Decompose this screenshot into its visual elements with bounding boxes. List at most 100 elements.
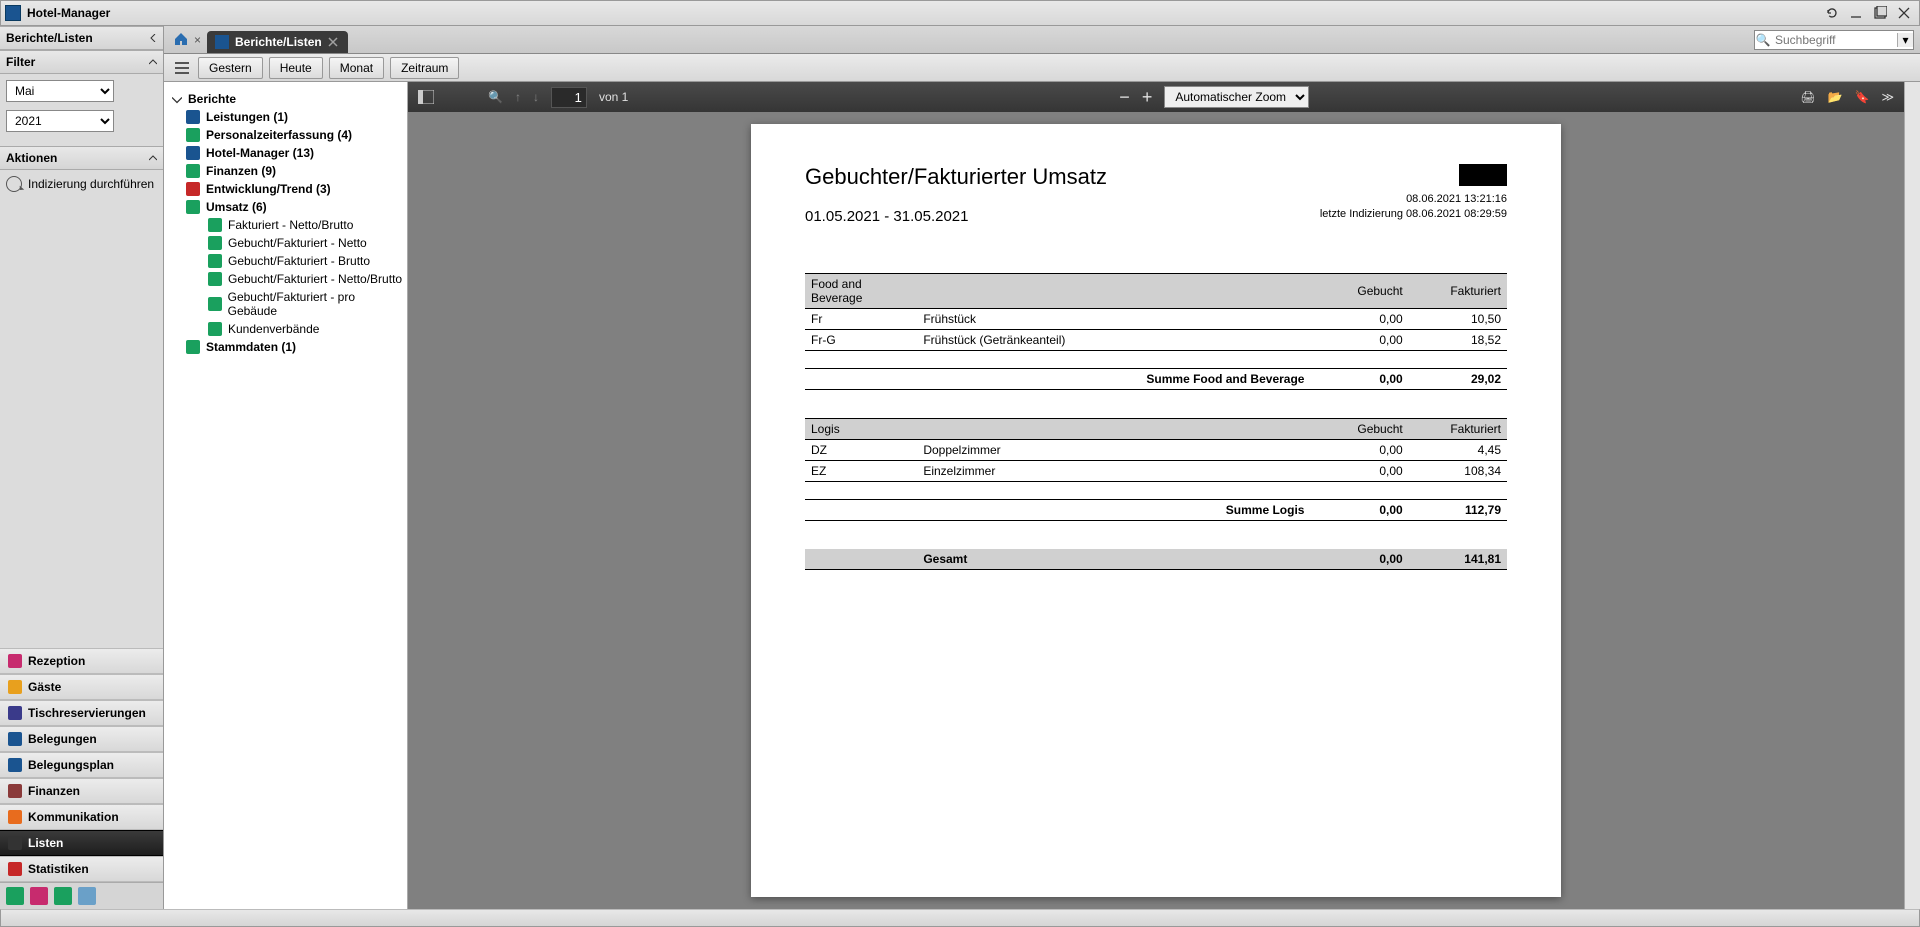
tree-leaf[interactable]: Gebucht/Fakturiert - Netto/Brutto — [186, 270, 403, 288]
prev-page-icon[interactable]: ↑ — [515, 90, 521, 104]
chevron-up-icon[interactable] — [149, 55, 157, 69]
tree-item[interactable]: Finanzen (9) — [186, 162, 403, 180]
sidebar-item-finanzen[interactable]: Finanzen — [0, 778, 163, 804]
nav-icon — [8, 862, 22, 876]
sidebar-item-kommunikation[interactable]: Kommunikation — [0, 804, 163, 830]
search-icon: 🔍 — [1755, 33, 1771, 47]
tree-root-node[interactable]: Berichte — [172, 90, 403, 108]
tree-item[interactable]: Leistungen (1) — [186, 108, 403, 126]
mini-icon-row — [0, 882, 163, 909]
tree-icon — [186, 146, 200, 160]
sidebar-section-header[interactable]: Berichte/Listen — [0, 26, 163, 50]
actions-header[interactable]: Aktionen — [0, 146, 163, 170]
search-input[interactable] — [1771, 31, 1897, 49]
tree-leaf[interactable]: Kundenverbände — [186, 320, 403, 338]
scrollbar-track[interactable] — [1904, 82, 1920, 909]
maximize-icon[interactable] — [1869, 4, 1891, 22]
filter-header[interactable]: Filter — [0, 50, 163, 74]
nav-label: Belegungsplan — [28, 758, 114, 772]
sidebar-item-listen[interactable]: Listen — [0, 830, 163, 856]
tree-leaf-label: Gebucht/Fakturiert - Brutto — [228, 254, 370, 268]
sum-row: Summe Food and Beverage0,0029,02 — [805, 369, 1507, 390]
zoom-select[interactable]: Automatischer Zoom — [1164, 86, 1309, 108]
nav-label: Kommunikation — [28, 810, 119, 824]
minimize-icon[interactable] — [1845, 4, 1867, 22]
tree-label: Hotel-Manager (13) — [206, 146, 314, 160]
nav-icon — [8, 654, 22, 668]
sidebar-item-statistiken[interactable]: Statistiken — [0, 856, 163, 882]
home-tab[interactable] — [170, 28, 192, 50]
sidebar-toggle-icon[interactable] — [418, 90, 434, 104]
tree-leaf[interactable]: Gebucht/Fakturiert - Brutto — [186, 252, 403, 270]
tree-leaf-label: Gebucht/Fakturiert - Netto/Brutto — [228, 272, 402, 286]
table-row: Fr-GFrühstück (Getränkeanteil)0,0018,52 — [805, 330, 1507, 351]
tab-icon — [215, 35, 229, 49]
mini-icon-4[interactable] — [78, 887, 96, 905]
search-doc-icon[interactable]: 🔍 — [488, 90, 503, 104]
mini-icon-3[interactable] — [54, 887, 72, 905]
btn-monat[interactable]: Monat — [329, 57, 384, 79]
nav-icon — [8, 680, 22, 694]
close-icon[interactable] — [1893, 4, 1915, 22]
tree-icon — [186, 182, 200, 196]
nav-icon — [8, 784, 22, 798]
open-icon[interactable]: 📂 — [1828, 90, 1843, 104]
report-title: Gebuchter/Fakturierter Umsatz — [805, 164, 1507, 190]
tree-label: Umsatz (6) — [206, 200, 267, 214]
grand-label: Gesamt — [917, 549, 1310, 570]
doc-scroll[interactable]: 08.06.2021 13:21:16 letzte Indizierung 0… — [408, 112, 1904, 909]
month-select[interactable]: Mai — [6, 80, 114, 102]
tree-leaf-label: Gebucht/Fakturiert - pro Gebäude — [228, 290, 403, 318]
tree-leaf[interactable]: Gebucht/Fakturiert - pro Gebäude — [186, 288, 403, 320]
search-dropdown-icon[interactable]: ▾ — [1897, 33, 1913, 47]
btn-gestern[interactable]: Gestern — [198, 57, 263, 79]
sidebar-item-belegungen[interactable]: Belegungen — [0, 726, 163, 752]
sidebar-item-belegungsplan[interactable]: Belegungsplan — [0, 752, 163, 778]
tree-item[interactable]: Personalzeiterfassung (4) — [186, 126, 403, 144]
tree-item[interactable]: Hotel-Manager (13) — [186, 144, 403, 162]
tools-icon[interactable]: ≫ — [1881, 90, 1894, 104]
mini-icon-1[interactable] — [6, 887, 24, 905]
zoom-out-icon[interactable]: − — [1119, 87, 1130, 108]
tree-icon — [208, 236, 222, 250]
nav-icon — [8, 758, 22, 772]
tab-berichte-listen[interactable]: Berichte/Listen — [207, 31, 348, 53]
tree-leaf[interactable]: Gebucht/Fakturiert - Netto — [186, 234, 403, 252]
menu-icon[interactable] — [172, 58, 192, 78]
chevron-up-icon[interactable] — [149, 151, 157, 165]
page-input[interactable] — [551, 87, 587, 108]
nav-icon — [8, 836, 22, 850]
zoom-in-icon[interactable]: + — [1142, 87, 1153, 108]
mini-icon-2[interactable] — [30, 887, 48, 905]
tree-leaf-label: Kundenverbände — [228, 322, 319, 336]
tree-icon — [186, 128, 200, 142]
chevron-left-icon[interactable] — [149, 31, 157, 45]
tree-item[interactable]: Stammdaten (1) — [186, 338, 403, 356]
table-row: DZDoppelzimmer0,004,45 — [805, 440, 1507, 461]
home-close[interactable]: × — [194, 33, 201, 47]
action-index[interactable]: Indizierung durchführen — [0, 170, 163, 198]
tree-item[interactable]: Entwicklung/Trend (3) — [186, 180, 403, 198]
refresh-window-icon[interactable] — [1821, 4, 1843, 22]
nav-icon — [8, 732, 22, 746]
tab-close-icon[interactable] — [328, 36, 340, 48]
sidebar-item-gäste[interactable]: Gäste — [0, 674, 163, 700]
chevron-down-icon[interactable] — [172, 94, 182, 104]
sidebar-item-tischreservierungen[interactable]: Tischreservierungen — [0, 700, 163, 726]
btn-zeitraum[interactable]: Zeitraum — [390, 57, 459, 79]
tree-leaf[interactable]: Fakturiert - Netto/Brutto — [186, 216, 403, 234]
report-indexed: letzte Indizierung 08.06.2021 08:29:59 — [1320, 207, 1507, 222]
bookmark-icon[interactable]: 🔖 — [1855, 90, 1870, 104]
filter-body: Mai 2021 — [0, 74, 163, 146]
main: × Berichte/Listen 🔍 ▾ Gestern Heute Mona… — [164, 26, 1920, 909]
next-page-icon[interactable]: ↓ — [533, 90, 539, 104]
nav-label: Statistiken — [28, 862, 89, 876]
report-tree: Berichte Leistungen (1) Personalzeiterfas… — [164, 82, 408, 909]
sidebar-item-rezeption[interactable]: Rezeption — [0, 648, 163, 674]
tree-item[interactable]: Umsatz (6) — [186, 198, 403, 216]
btn-heute[interactable]: Heute — [269, 57, 323, 79]
tree-label: Personalzeiterfassung (4) — [206, 128, 352, 142]
tree-icon — [208, 254, 222, 268]
year-select[interactable]: 2021 — [6, 110, 114, 132]
print-icon[interactable]: 🖨 — [1800, 90, 1815, 104]
